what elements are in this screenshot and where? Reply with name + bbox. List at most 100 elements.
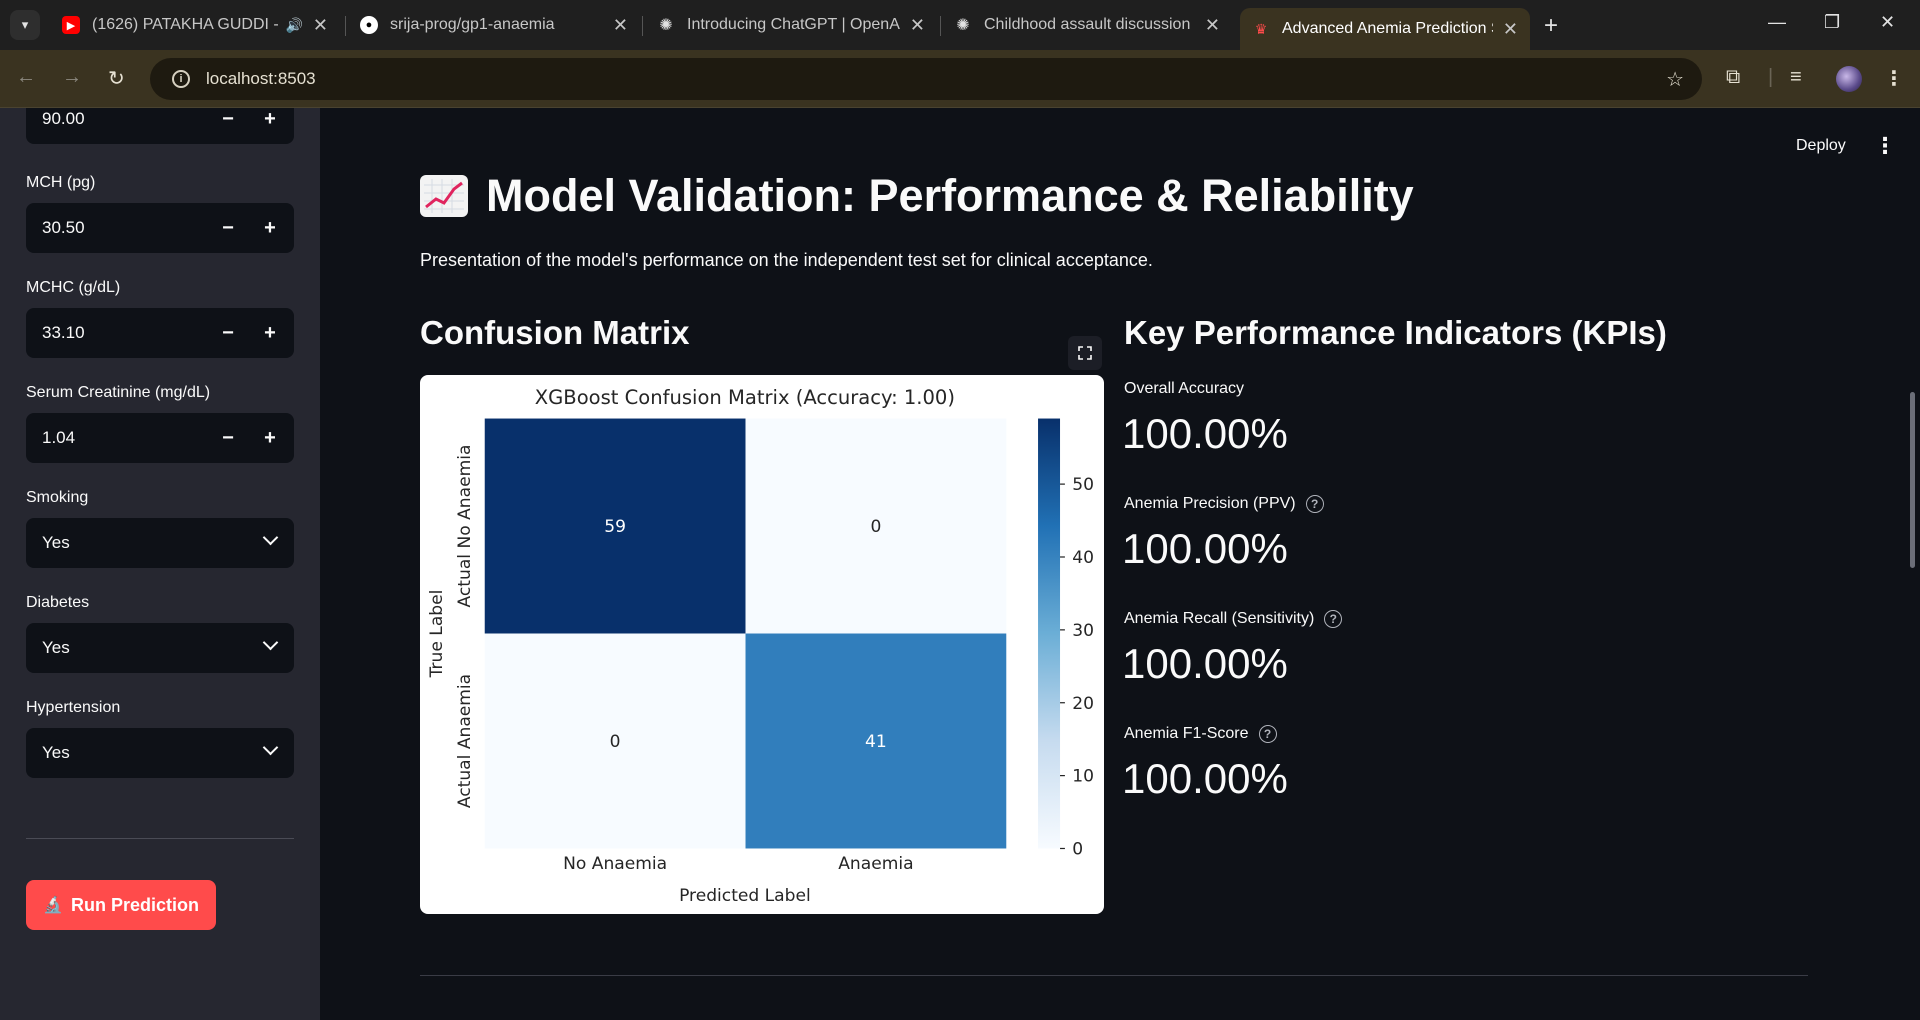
browser-tab[interactable]: ● srija-prog/gp1-anaemia ✕	[348, 8, 640, 42]
mch-label: MCH (pg)	[26, 174, 96, 191]
f1-score-value: 100.00%	[1122, 755, 1288, 802]
hypertension-select[interactable]: Yes	[26, 728, 294, 778]
kpi-label: Anemia F1-Score ?	[1124, 725, 1277, 743]
decrement-button[interactable]: −	[208, 413, 248, 463]
chart-title: XGBoost Confusion Matrix (Accuracy: 1.00…	[535, 386, 955, 409]
y-tick-label: Actual Anaemia	[455, 674, 475, 808]
mchc-input[interactable]: 33.10 − +	[26, 308, 294, 358]
confusion-matrix-heading: Confusion Matrix	[420, 314, 690, 351]
run-prediction-label: Run Prediction	[70, 894, 199, 915]
site-info-icon[interactable]: i	[172, 70, 190, 88]
overall-accuracy-label: Overall Accuracy	[1124, 380, 1245, 397]
hypertension-label: Hypertension	[26, 699, 121, 716]
sidebar-divider	[26, 838, 294, 839]
tab-search-button[interactable]: ▾	[10, 10, 40, 40]
youtube-icon: ▶	[62, 16, 80, 34]
confusion-matrix-svg: 59 0 0 41 No Anaemia Anaemia Actual No Anaemia…	[427, 386, 1094, 906]
increment-button[interactable]: +	[250, 308, 290, 358]
chevron-down-icon: ▾	[21, 17, 29, 32]
forward-icon[interactable]: →	[62, 66, 82, 89]
decrement-button[interactable]: −	[208, 203, 248, 253]
close-tab-icon[interactable]: ✕	[613, 15, 628, 36]
fullscreen-button[interactable]	[1068, 336, 1102, 370]
mch-input[interactable]: 30.50 − +	[26, 203, 294, 253]
close-window-icon[interactable]: ✕	[1880, 12, 1895, 33]
smoking-label: Smoking	[26, 489, 89, 506]
colorbar-tick-label: 40	[1072, 548, 1094, 568]
extensions-icon[interactable]: ⧉	[1726, 66, 1740, 89]
mch-value: 30.50	[42, 218, 85, 237]
diabetes-value: Yes	[42, 638, 70, 657]
openai-icon: ✺	[956, 17, 970, 34]
page-title: Model Validation: Performance & Reliabil…	[420, 170, 1414, 222]
deploy-button[interactable]: Deploy	[1796, 137, 1846, 155]
colorbar-tick-label: 10	[1072, 767, 1094, 787]
new-tab-icon[interactable]: +	[1544, 12, 1558, 40]
tab-title: Advanced Anemia Prediction Sy	[1282, 20, 1493, 37]
page-subtitle: Presentation of the model's performance …	[420, 250, 1153, 270]
chevron-down-icon	[262, 739, 279, 756]
tab-separator	[642, 16, 643, 36]
back-icon[interactable]: ←	[16, 66, 36, 89]
diabetes-select[interactable]: Yes	[26, 623, 294, 673]
smoking-value: Yes	[42, 533, 70, 552]
cell-value-label: 0	[870, 517, 881, 537]
number-input-value: 90.00	[42, 109, 85, 128]
increment-button[interactable]: +	[250, 413, 290, 463]
chevron-down-icon	[262, 529, 279, 546]
close-tab-icon[interactable]: ✕	[1503, 19, 1518, 40]
media-control-icon[interactable]: ≡	[1790, 66, 1802, 89]
reload-icon[interactable]: ↻	[108, 66, 125, 91]
browser-tab[interactable]: ✺ Childhood assault discussion ✕	[942, 8, 1232, 42]
colorbar-tick-label: 20	[1072, 694, 1094, 714]
app-menu-icon[interactable]: ⋮	[1874, 133, 1896, 159]
decrement-button[interactable]: −	[208, 308, 248, 358]
tab-separator	[940, 16, 941, 36]
hypertension-value: Yes	[42, 743, 70, 762]
browser-menu-icon[interactable]: ⋮	[1884, 66, 1904, 91]
browser-tab[interactable]: ✺ Introducing ChatGPT | OpenAI ✕	[645, 8, 937, 42]
serum-creatinine-input[interactable]: 1.04 − +	[26, 413, 294, 463]
serum-creatinine-label: Serum Creatinine (mg/dL)	[26, 384, 211, 401]
profile-avatar[interactable]	[1836, 66, 1862, 92]
tab-title: (1626) PATAKHA GUDDI - Yo	[92, 16, 279, 33]
run-prediction-button[interactable]: 🔬 Run Prediction	[26, 880, 216, 930]
help-icon[interactable]: ?	[1324, 610, 1343, 628]
tab-title: srija-prog/gp1-anaemia	[390, 16, 555, 33]
speaker-icon[interactable]: 🔊	[285, 17, 302, 34]
close-tab-icon[interactable]: ✕	[910, 15, 925, 36]
page-title-text: Model Validation: Performance & Reliabil…	[486, 170, 1414, 221]
browser-tab-active[interactable]: ♛ Advanced Anemia Prediction Sy ✕	[1240, 8, 1530, 50]
page-scrollbar[interactable]	[1910, 392, 1915, 568]
section-divider	[420, 975, 1808, 976]
help-icon[interactable]: ?	[1258, 725, 1277, 743]
microscope-icon: 🔬	[43, 897, 63, 914]
smoking-select[interactable]: Yes	[26, 518, 294, 568]
url-input[interactable]: i localhost:8503 ☆	[150, 58, 1702, 100]
close-tab-icon[interactable]: ✕	[1205, 15, 1220, 36]
close-tab-icon[interactable]: ✕	[313, 15, 328, 36]
decrement-button[interactable]: −	[208, 108, 248, 144]
colorbar-tick-label: 0	[1072, 840, 1083, 860]
mchc-value: 33.10	[42, 323, 85, 342]
colorbar	[1038, 418, 1061, 849]
x-tick-label: No Anaemia	[563, 854, 667, 874]
cell-value-label: 59	[604, 517, 626, 537]
kpi-label: Anemia Precision (PPV) ?	[1124, 495, 1324, 513]
number-input-partial[interactable]: 90.00 − +	[26, 108, 294, 144]
browser-tab[interactable]: ▶ (1626) PATAKHA GUDDI - Yo 🔊 ✕	[50, 8, 340, 42]
precision-value: 100.00%	[1122, 525, 1288, 572]
increment-button[interactable]: +	[250, 203, 290, 253]
restore-icon[interactable]: ❐	[1824, 12, 1840, 33]
streamlit-icon: ♛	[1254, 20, 1268, 37]
help-icon[interactable]: ?	[1305, 495, 1324, 513]
browser-tab-bar: ▾ ▶ (1626) PATAKHA GUDDI - Yo 🔊 ✕ ● srij…	[0, 0, 1920, 50]
tab-title: Childhood assault discussion	[984, 16, 1191, 33]
kpi-label: Overall Accuracy	[1124, 380, 1244, 398]
precision-label: Anemia Precision (PPV)	[1124, 495, 1296, 512]
increment-button[interactable]: +	[250, 108, 290, 144]
bookmark-star-icon[interactable]: ☆	[1666, 67, 1684, 92]
y-tick-label: Actual No Anaemia	[455, 445, 475, 608]
y-axis-label: True Label	[427, 590, 447, 679]
minimize-icon[interactable]: —	[1768, 12, 1786, 33]
